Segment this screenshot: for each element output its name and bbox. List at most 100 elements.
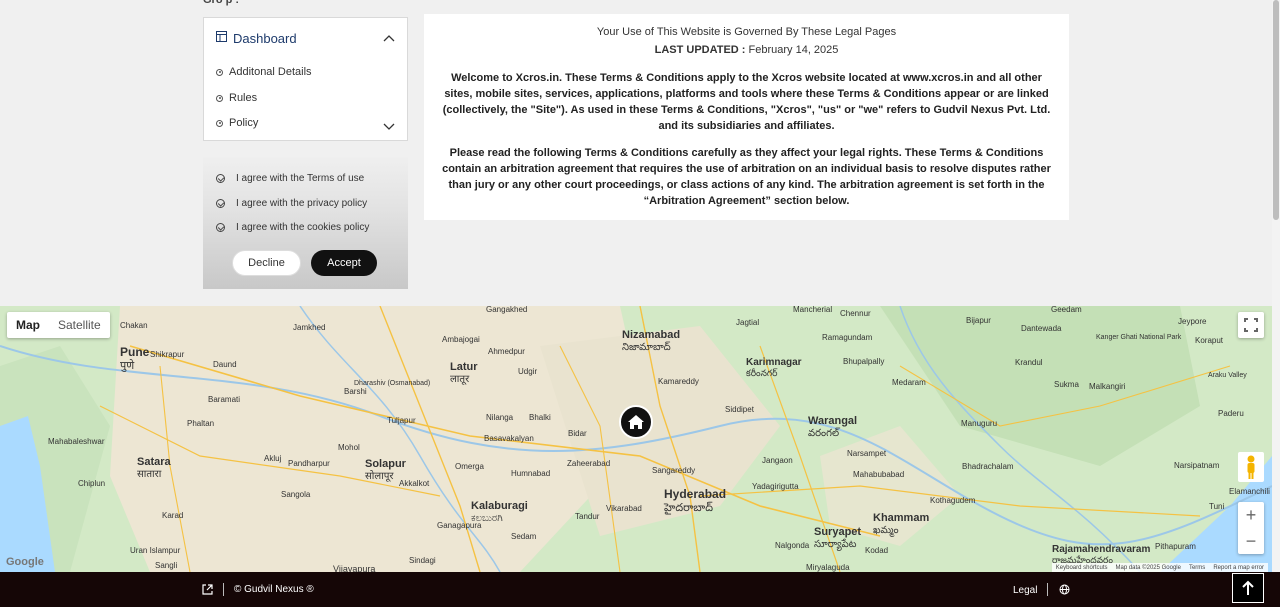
map-city-label: Uran Islampur <box>130 546 181 555</box>
map-city-label: Ganagapura <box>437 521 482 530</box>
map-canvas: Puneपुणे Nizamabadనిజామాబాద్ Laturलातूर Kar… <box>0 306 1280 572</box>
map-city-label: Chakan <box>120 321 148 330</box>
footer-divider <box>1047 583 1048 596</box>
map-city-label: Ambajogai <box>442 335 480 344</box>
map-city-local-label: सोलापूर <box>365 470 394 482</box>
map-type-toggle: Map Satellite <box>7 312 110 338</box>
map-city-label: Ahmedpur <box>488 347 525 356</box>
map-city-label: Sukma <box>1054 380 1079 389</box>
last-updated-label: LAST UPDATED : <box>654 44 746 56</box>
fullscreen-icon <box>1244 318 1258 332</box>
footer: © Gudvil Nexus ® Legal <box>0 572 1280 607</box>
chevron-down-icon[interactable] <box>383 118 395 136</box>
map-city-label: Mohol <box>338 443 360 452</box>
map-city-label: Narsampet <box>847 449 887 458</box>
map-type-satellite[interactable]: Satellite <box>49 312 110 338</box>
sidebar-item-policy[interactable]: Policy <box>216 117 258 129</box>
report-error-link[interactable]: Report a map error <box>1213 565 1264 571</box>
legal-paragraph-1: Welcome to Xcros.in. These Terms & Condi… <box>442 72 1051 132</box>
map-city-label: Jangaon <box>762 456 793 465</box>
sidebar-header[interactable]: Dashboard <box>216 28 395 48</box>
accept-button[interactable]: Accept <box>311 250 377 276</box>
map-city-label: Tandur <box>575 512 600 521</box>
map-type-map[interactable]: Map <box>7 312 49 338</box>
legal-heading: Your Use of This Website is Governed By … <box>596 26 897 38</box>
globe-icon[interactable] <box>1059 584 1070 598</box>
map-city-label: Humnabad <box>511 469 550 478</box>
agree-terms-checkbox[interactable]: I agree with the Terms of use <box>216 173 364 184</box>
map-city-label: Geedam <box>1051 306 1082 314</box>
map-city-label: Kothagudem <box>930 496 976 505</box>
check-circle-icon <box>216 199 225 208</box>
keyboard-shortcuts-link[interactable]: Keyboard shortcuts <box>1056 565 1108 571</box>
map-city-label: Rajamahendravaram <box>1052 544 1150 555</box>
map-city-label: Sangola <box>281 490 311 499</box>
map-city-label: Jagtial <box>736 318 759 327</box>
footer-divider <box>223 583 224 596</box>
fullscreen-button[interactable] <box>1238 312 1264 338</box>
map-city-label: Bidar <box>568 429 587 438</box>
map-city-local-label: సూర్యాపేట <box>814 538 857 551</box>
pegman-button[interactable] <box>1238 452 1264 482</box>
map-city-label: Narsipatnam <box>1174 461 1220 470</box>
map-city-label: Suryapet <box>814 526 861 538</box>
map-city-label: Malkangiri <box>1089 382 1126 391</box>
map-city-label: Daund <box>213 360 237 369</box>
map-city-local-label: హైదరాబాద్ <box>663 501 713 515</box>
map-city-label: Udgir <box>518 367 537 376</box>
map-city-local-label: पुणे <box>120 359 135 372</box>
bullet-icon <box>216 94 223 102</box>
map-city-label: Omerga <box>455 462 484 471</box>
check-circle-icon <box>216 174 225 183</box>
sidebar-item-label: Policy <box>229 117 259 129</box>
scrollbar-thumb[interactable] <box>1273 0 1279 220</box>
map-city-label: Jeypore <box>1178 317 1207 326</box>
page-scrollbar[interactable] <box>1272 0 1280 572</box>
map-city-label: Yadagirigutta <box>752 482 799 491</box>
arrow-up-icon <box>1242 580 1254 595</box>
sidebar-item-rules[interactable]: Rules <box>216 92 257 104</box>
map-city-label: Paderu <box>1218 409 1244 418</box>
map-city-label: Pithapuram <box>1155 542 1196 551</box>
sidebar-item-additional-details[interactable]: Additonal Details <box>216 66 312 78</box>
back-to-top-button[interactable] <box>1232 573 1264 603</box>
map-city-label: Bhalki <box>529 413 551 422</box>
sidebar-panel: Dashboard Additonal Details Rules Policy <box>203 17 408 141</box>
map-city-label: Dharashiv (Osmanabad) <box>354 380 430 387</box>
map-city-label: Dantewada <box>1021 324 1062 333</box>
agree-label: I agree with the Terms of use <box>236 173 365 184</box>
map-city-label: Chiplun <box>78 479 105 488</box>
zoom-in-button[interactable]: + <box>1238 502 1264 528</box>
map-city-label: Zaheerabad <box>567 459 610 468</box>
home-marker[interactable] <box>619 405 653 439</box>
check-circle-icon <box>216 223 225 232</box>
map-city-local-label: వరంగల్ <box>808 427 841 439</box>
external-link-icon[interactable] <box>202 584 213 598</box>
dashboard-icon <box>216 29 227 47</box>
map-city-label: Sedam <box>511 532 537 541</box>
agree-cookies-checkbox[interactable]: I agree with the cookies policy <box>216 222 369 233</box>
dashboard-title: Dashboard <box>233 30 297 46</box>
map-city-label: Medaram <box>892 378 926 387</box>
decline-button[interactable]: Decline <box>232 250 301 276</box>
map-view[interactable]: Pune पुणे Nizamabad నిజామాబాద్ Latur लातूर Kar… <box>0 306 1280 572</box>
footer-legal-link[interactable]: Legal <box>1013 585 1037 596</box>
map-city-label: Baramati <box>208 395 240 404</box>
map-city-label: Vijayapura <box>333 564 375 572</box>
map-city-label: Krandul <box>1015 358 1043 367</box>
map-city-label: Satara <box>137 456 172 468</box>
map-city-local-label: ఖమ్మం <box>873 525 899 537</box>
map-city-label: Pandharpur <box>288 459 330 468</box>
map-city-local-label: కరీంనగర్ <box>746 368 778 378</box>
agree-privacy-checkbox[interactable]: I agree with the privacy policy <box>216 198 367 209</box>
map-city-label: Nizamabad <box>622 329 680 341</box>
map-city-label: Araku Valley <box>1208 372 1247 379</box>
zoom-out-button[interactable]: − <box>1238 528 1264 554</box>
map-city-label: Warangal <box>808 415 857 427</box>
map-city-label: Basavakalyan <box>484 434 534 443</box>
map-city-label: Barshi <box>344 387 367 396</box>
chevron-up-icon[interactable] <box>383 29 395 47</box>
map-city-local-label: सातारा <box>137 469 162 480</box>
terms-link[interactable]: Terms <box>1189 565 1205 571</box>
map-city-label: Mahabaleshwar <box>48 437 105 446</box>
